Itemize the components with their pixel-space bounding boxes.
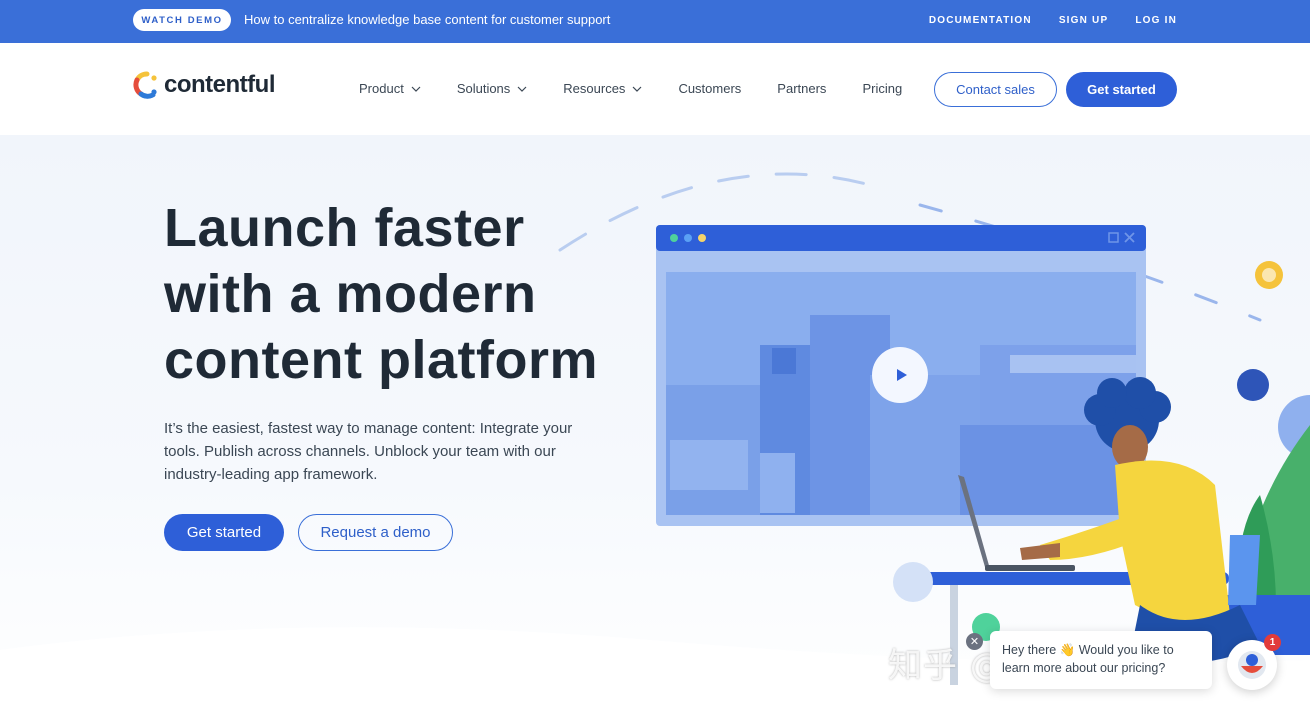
- chevron-down-icon: [411, 86, 421, 92]
- nav-item-resources[interactable]: Resources: [563, 81, 642, 96]
- watch-demo-button[interactable]: WATCH DEMO: [133, 9, 231, 31]
- main-navigation: contentful Product Solutions Resources C…: [0, 43, 1310, 135]
- unread-count-badge: 1: [1264, 634, 1281, 651]
- announcement-bar: WATCH DEMO How to centralize knowledge b…: [0, 0, 1310, 43]
- hero-title-line: with a modern: [164, 264, 537, 324]
- nav-item-label: Solutions: [456, 81, 511, 96]
- hero-illustration: [558, 172, 1310, 685]
- announcement-link[interactable]: How to centralize knowledge base content…: [244, 12, 610, 27]
- nav-item-product[interactable]: Product: [359, 81, 421, 96]
- sign-up-link[interactable]: SIGN UP: [1059, 15, 1109, 26]
- chevron-down-icon: [517, 86, 527, 92]
- nav-item-label: Partners: [777, 81, 827, 96]
- chat-message-bubble[interactable]: Hey there 👋 Would you like to learn more…: [990, 631, 1212, 689]
- nav-item-label: Product: [359, 81, 404, 96]
- nav-item-label: Customers: [678, 81, 742, 96]
- chat-close-button[interactable]: ✕: [966, 633, 983, 650]
- utility-links: DOCUMENTATION SIGN UP LOG IN: [929, 15, 1177, 26]
- logo[interactable]: contentful: [133, 71, 275, 99]
- request-demo-button[interactable]: Request a demo: [298, 514, 453, 551]
- hero-title: Launch faster with a modern content plat…: [164, 195, 598, 393]
- get-started-button[interactable]: Get started: [164, 514, 284, 551]
- nav-item-label: Resources: [563, 81, 626, 96]
- nav-item-pricing[interactable]: Pricing: [862, 81, 902, 96]
- nav-item-partners[interactable]: Partners: [777, 81, 826, 96]
- documentation-link[interactable]: DOCUMENTATION: [929, 15, 1032, 26]
- log-in-link[interactable]: LOG IN: [1135, 15, 1177, 26]
- nav-item-solutions[interactable]: Solutions: [457, 81, 527, 96]
- hero-description: It’s the easiest, fastest way to manage …: [164, 420, 573, 483]
- chevron-down-icon: [633, 86, 642, 92]
- nav-item-label: Pricing: [862, 81, 903, 96]
- hero-title-line: content platform: [164, 330, 598, 390]
- get-started-nav-button[interactable]: Get started: [1066, 72, 1177, 107]
- contentful-logo-icon: [133, 71, 157, 99]
- hero-section: Launch faster with a modern content plat…: [0, 135, 1310, 715]
- nav-menu: Product Solutions Resources Customers Pa…: [359, 81, 938, 96]
- logo-text: contentful: [164, 71, 275, 98]
- hero-title-line: Launch faster: [164, 198, 525, 258]
- nav-item-customers[interactable]: Customers: [678, 81, 741, 96]
- contact-sales-button[interactable]: Contact sales: [934, 72, 1057, 107]
